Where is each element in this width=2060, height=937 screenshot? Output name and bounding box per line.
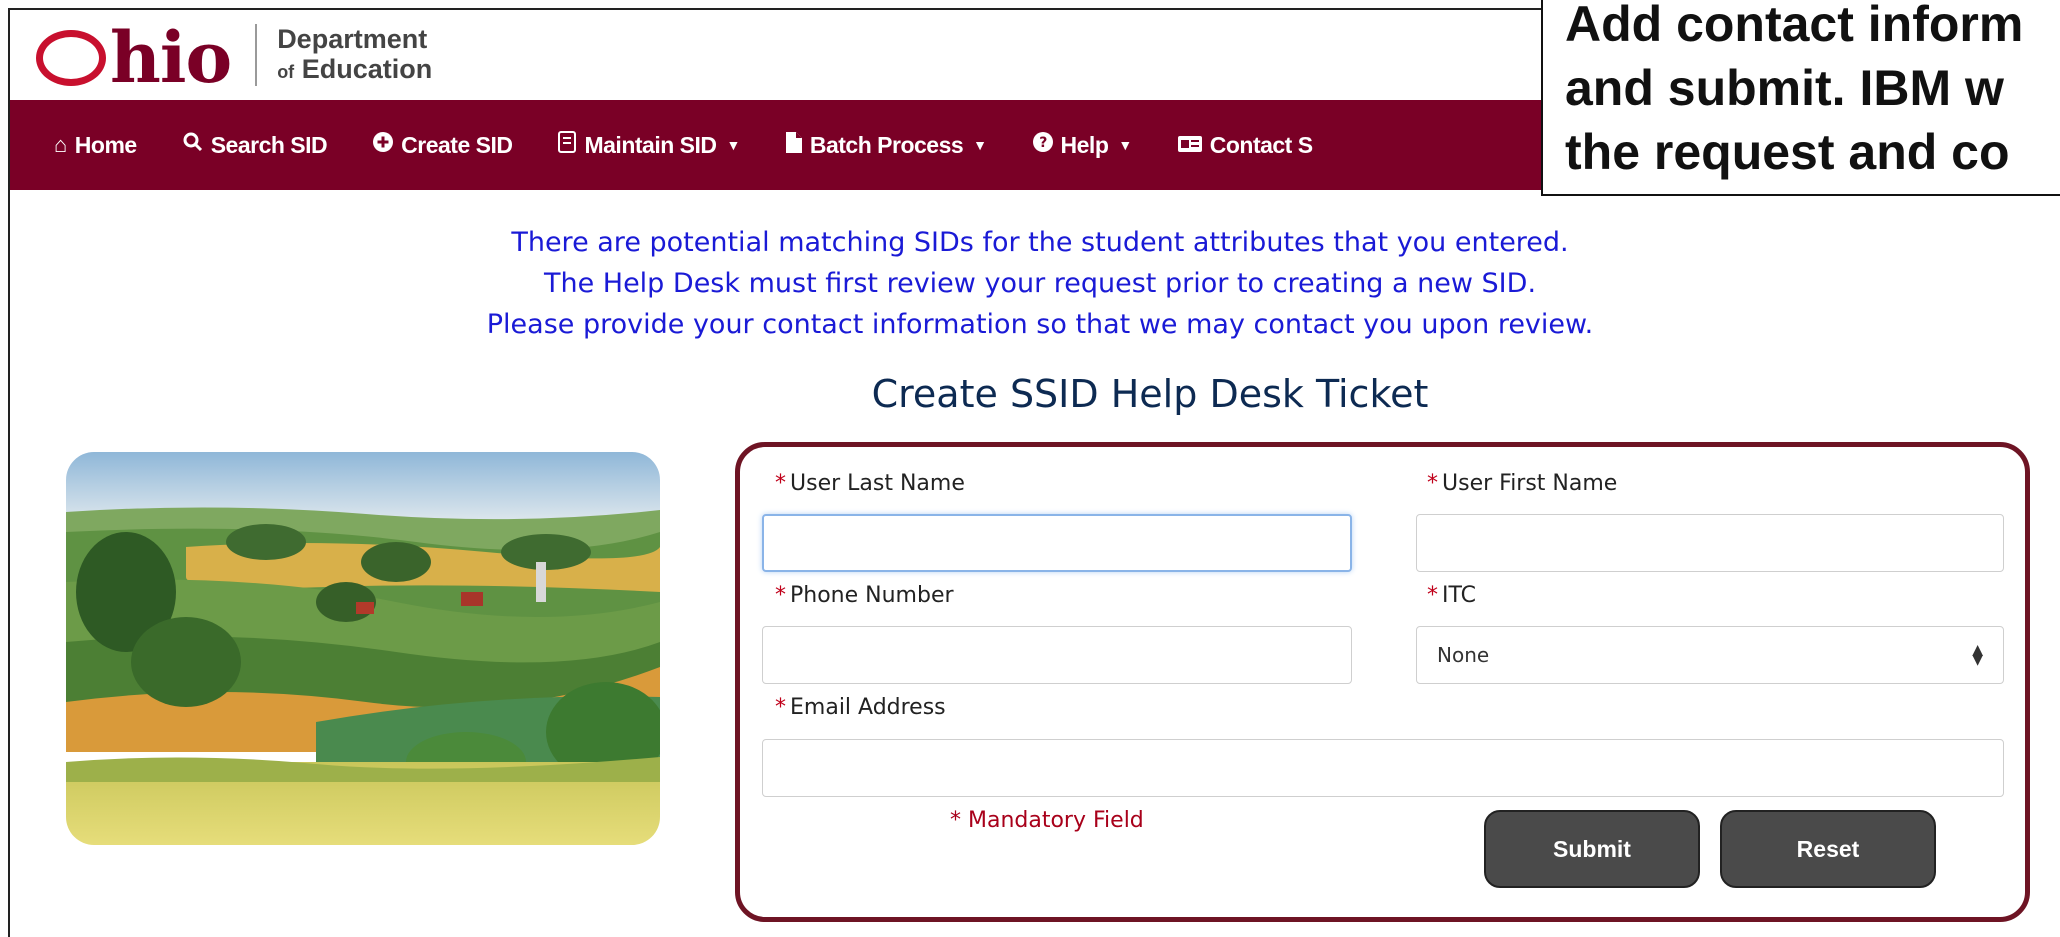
chevron-down-icon: ▼ [1118,137,1132,153]
ohio-wordmark: hio [36,17,232,93]
nav-search-sid[interactable]: Search SID [183,132,328,159]
message-line-2: The Help Desk must first review your req… [543,268,1537,299]
home-icon: ⌂ [54,132,67,157]
itc-label: * ITC [1427,583,1476,608]
first-name-label: * User First Name [1427,471,1618,496]
last-name-label: * User Last Name [775,471,965,496]
nav-help[interactable]: ? Help ▼ [1032,132,1132,159]
id-card-icon [558,131,577,159]
card-icon [1177,132,1202,158]
message-line-1: There are potential matching SIDs for th… [511,227,1569,258]
chevron-down-icon: ▼ [973,137,987,153]
nav-maintain-sid[interactable]: Maintain SID ▼ [558,131,741,159]
itc-selected-value: None [1437,643,1490,667]
last-name-input[interactable] [762,514,1352,572]
phone-label: * Phone Number [775,583,954,608]
callout-line-2: and submit. IBM w [1565,60,2004,116]
form-title: Create SSID Help Desk Ticket [871,372,1429,416]
chevron-down-icon: ▼ [726,137,741,153]
message-line-3: Please provide your contact information … [486,309,1594,340]
reset-button[interactable]: Reset [1720,810,1936,888]
review-message: There are potential matching SIDs for th… [300,222,1780,345]
callout-line-1: Add contact inform [1565,0,2024,52]
mandatory-field-note: * Mandatory Field [950,808,1144,833]
ohio-logo[interactable]: hio Department of Education [36,12,432,98]
department-name: Department of Education [277,24,433,84]
first-name-input[interactable] [1416,514,2004,572]
farm-landscape-image [66,452,660,845]
ohio-o-ring [36,30,106,86]
nav-create-sid[interactable]: Create SID [373,132,513,159]
itc-select[interactable]: None ▲ ▼ [1416,626,2004,684]
select-arrows-icon: ▲ ▼ [1972,642,1983,668]
callout-line-3: the request and co [1565,124,2010,180]
submit-button[interactable]: Submit [1484,810,1700,888]
email-label: * Email Address [775,695,946,720]
instruction-callout: Add contact inform and submit. IBM w the… [1541,0,2060,196]
phone-input[interactable] [762,626,1352,684]
svg-text:?: ? [1039,135,1047,151]
nav-home[interactable]: ⌂ Home [54,132,137,159]
question-circle-icon: ? [1032,132,1053,158]
nav-contact[interactable]: Contact S [1177,132,1313,159]
plus-circle-icon [373,132,394,158]
file-icon [785,131,802,159]
search-icon [183,132,203,158]
email-input[interactable] [762,739,2004,797]
logo-divider [255,24,258,86]
nav-batch-process[interactable]: Batch Process ▼ [785,131,987,159]
